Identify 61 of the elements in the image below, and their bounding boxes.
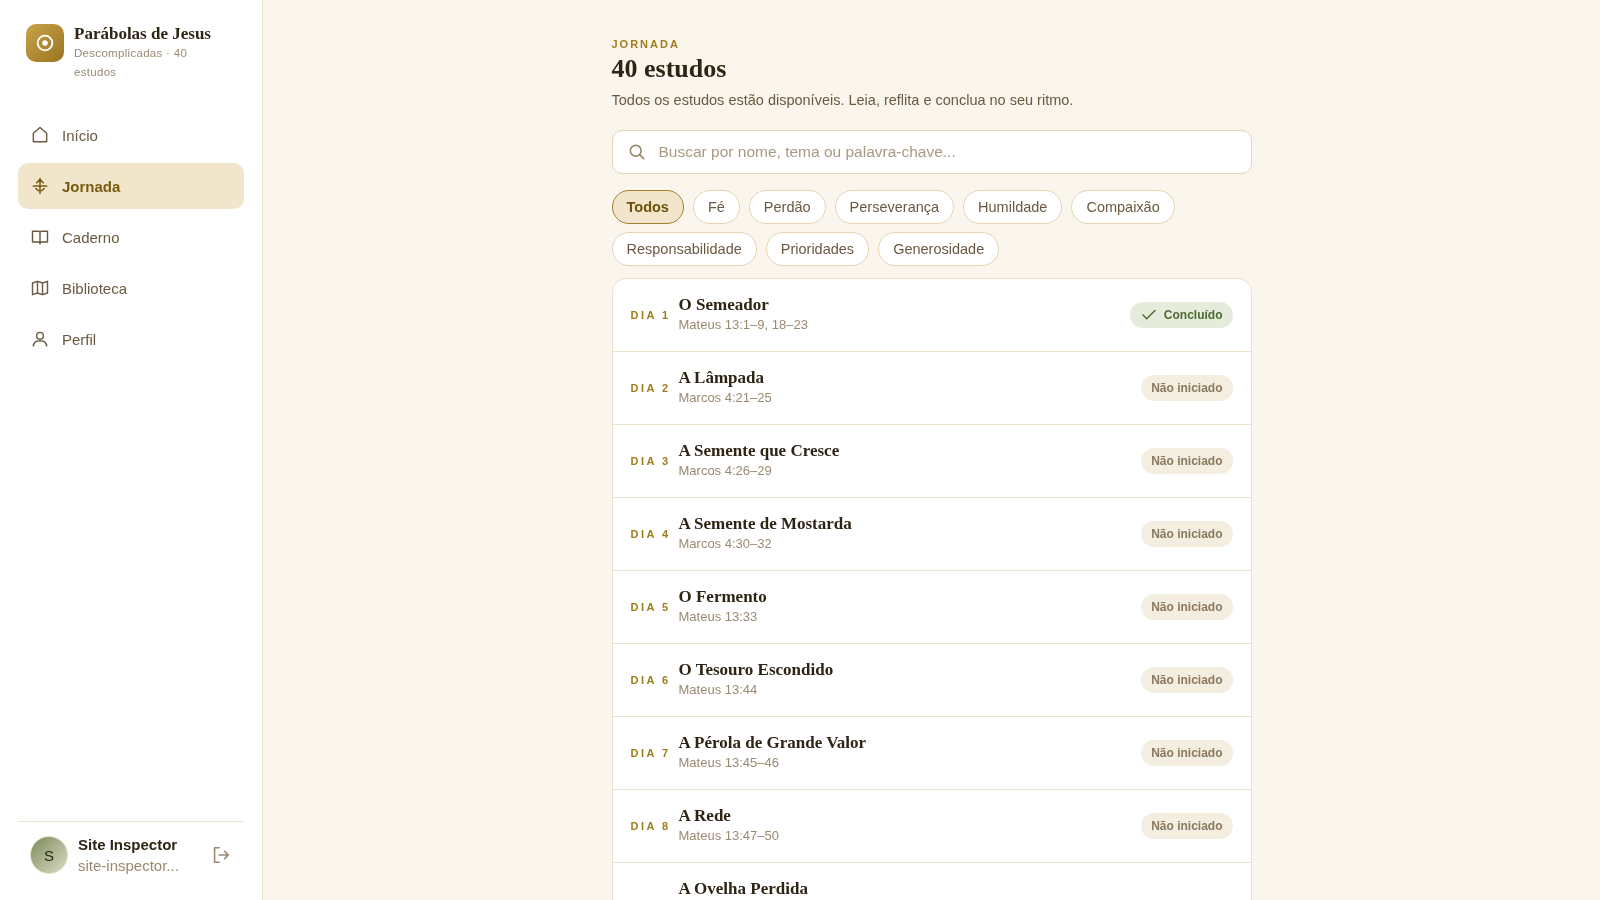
- filter-chip[interactable]: Perdão: [748, 190, 826, 224]
- status-badge: Não iniciado: [1141, 667, 1233, 693]
- study-reference: Mateus 13:45–46: [678, 754, 780, 770]
- nav-item[interactable]: Perfil: [18, 316, 244, 362]
- nav-item[interactable]: Caderno: [18, 214, 244, 260]
- study-title[interactable]: A Semente que Cresce: [678, 442, 1130, 461]
- nav-item[interactable]: Início: [18, 112, 244, 158]
- study-reference: Marcos 4:26–29: [678, 462, 773, 478]
- nav-item[interactable]: Jornada: [18, 163, 244, 209]
- user-avatar: S: [30, 836, 68, 874]
- study-title[interactable]: A Rede: [678, 807, 1130, 826]
- filter-chip[interactable]: Prioridades: [765, 232, 870, 266]
- filter-chip[interactable]: Humildade: [963, 190, 1063, 224]
- study-title[interactable]: A Semente de Mostarda: [678, 515, 1130, 534]
- study-reference: Marcos 4:21–25: [678, 389, 773, 405]
- study-reference: Mateus 13:1–9, 18–23: [678, 316, 809, 332]
- page-title: 40 estudos: [611, 54, 728, 84]
- filter-chip[interactable]: Generosidade: [878, 232, 1000, 266]
- status-badge: Não iniciado: [1141, 740, 1233, 766]
- section-eyebrow: JORNADA: [611, 38, 681, 50]
- day-label: DIA 7: [630, 747, 667, 759]
- study-title[interactable]: A Ovelha Perdida: [678, 880, 1233, 899]
- day-label: DIA 1: [630, 309, 667, 321]
- status-badge: Não iniciado: [1141, 594, 1233, 620]
- filter-chip[interactable]: Todos: [611, 190, 684, 224]
- status-badge: Não iniciado: [1141, 521, 1233, 547]
- filter-chip[interactable]: Fé: [692, 190, 740, 224]
- study-reference: Mateus 13:33: [678, 608, 759, 624]
- status-badge: Concluído: [1129, 302, 1233, 328]
- day-label: DIA 8: [630, 820, 667, 832]
- filter-chip[interactable]: Perseverança: [834, 190, 955, 224]
- study-title[interactable]: O Fermento: [678, 588, 1130, 607]
- day-label: DIA 3: [630, 455, 667, 467]
- study-title[interactable]: A Pérola de Grande Valor: [678, 734, 1130, 753]
- day-label: DIA 5: [630, 601, 667, 613]
- study-title[interactable]: O Semeador: [678, 296, 1118, 315]
- app-subtitle: Descomplicadas · 40 estudos: [74, 46, 189, 80]
- filter-chip[interactable]: Responsabilidade: [611, 232, 757, 266]
- book-icon: [30, 227, 50, 247]
- status-badge: Não iniciado: [1141, 813, 1233, 839]
- app-title: Parábolas de Jesus: [74, 24, 212, 44]
- nav-item[interactable]: Biblioteca: [18, 265, 244, 311]
- compass-icon: [30, 176, 50, 196]
- day-label: DIA 2: [630, 382, 667, 394]
- day-label: DIA 4: [630, 528, 667, 540]
- study-reference: Mateus 13:47–50: [678, 827, 780, 843]
- page-description: Todos os estudos estão disponíveis. Leia, reflita e conclua no seu ritmo.: [611, 92, 1075, 108]
- user-name: Site Inspector: [78, 836, 179, 853]
- study-title[interactable]: O Tesouro Escondido: [678, 661, 1130, 680]
- study-reference: Mateus 13:44: [678, 681, 759, 697]
- day-label: DIA 6: [630, 674, 667, 686]
- filter-chip[interactable]: Compaixão: [1071, 190, 1175, 224]
- user-email: site-inspector...: [78, 857, 180, 874]
- user-icon: [30, 329, 50, 349]
- study-reference: Marcos 4:30–32: [678, 535, 773, 551]
- status-badge: Não iniciado: [1141, 375, 1233, 401]
- home-icon: [30, 125, 50, 145]
- map-icon: [30, 278, 50, 298]
- study-title[interactable]: A Lâmpada: [678, 369, 1130, 388]
- app-logo-icon: [26, 24, 64, 62]
- status-badge: Não iniciado: [1141, 448, 1233, 474]
